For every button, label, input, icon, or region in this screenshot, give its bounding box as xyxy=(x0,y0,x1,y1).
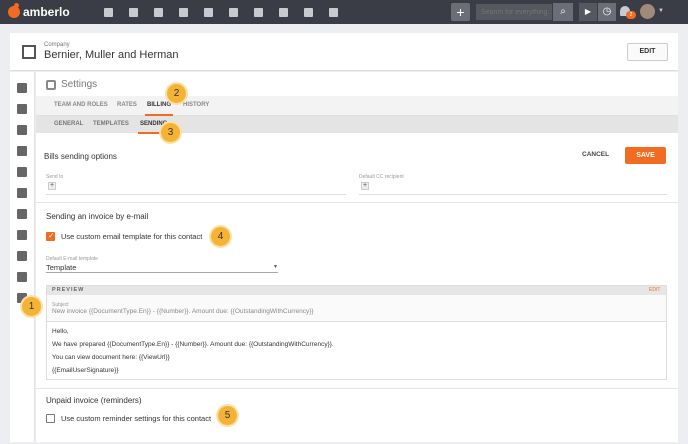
settings-tabs: TEAM AND ROLES RATES BILLING HISTORY xyxy=(36,96,678,116)
bank-icon[interactable] xyxy=(196,4,221,20)
custom-reminder-checkbox[interactable] xyxy=(46,414,55,423)
sidebar-item-folders[interactable] xyxy=(17,230,28,240)
send-to-label: Send to xyxy=(46,174,64,180)
search-input[interactable] xyxy=(476,4,552,20)
email-preview: PREVIEW EDIT Subject New invoice {{Docum… xyxy=(46,285,667,380)
step-badge: 4 xyxy=(211,227,230,246)
body-line: You can view document here: {{ViewUrl}} xyxy=(52,354,170,361)
time-icon[interactable] xyxy=(246,4,271,20)
chevron-down-icon[interactable]: ▼ xyxy=(658,8,664,14)
gear-icon xyxy=(46,79,56,90)
folder-icon[interactable] xyxy=(271,4,296,20)
custom-email-template-label[interactable]: Use custom email template for this conta… xyxy=(61,232,202,241)
cc-recipient-add-button[interactable]: + xyxy=(361,182,369,190)
timer-play-button[interactable]: ▶ xyxy=(579,3,597,21)
email-section-title: Sending an invoice by e-mail xyxy=(46,212,149,221)
cc-recipient-field[interactable] xyxy=(359,194,667,195)
calendar-icon[interactable] xyxy=(221,4,246,20)
invoices-icon[interactable] xyxy=(296,4,321,20)
preview-edit-link[interactable]: EDIT xyxy=(649,287,660,293)
document-icon xyxy=(17,251,27,261)
cancel-button[interactable]: CANCEL xyxy=(582,151,609,158)
settings-panel: Settings TEAM AND ROLES RATES BILLING HI… xyxy=(36,72,678,442)
settings-header: Settings xyxy=(46,79,97,90)
building-icon xyxy=(22,45,36,59)
send-to-field[interactable] xyxy=(46,194,346,195)
page-title: Bernier, Muller and Herman xyxy=(44,49,179,61)
company-label: Company xyxy=(44,42,70,48)
folder-icon xyxy=(17,230,27,240)
timer-icon[interactable]: ◷ xyxy=(598,3,616,21)
mail-icon xyxy=(17,272,27,282)
add-new-button[interactable]: + xyxy=(451,3,470,21)
sidebar-item-details[interactable] xyxy=(17,83,28,93)
chevron-down-icon[interactable]: ▼ xyxy=(273,264,278,270)
send-to-add-button[interactable]: + xyxy=(48,182,56,190)
dashboard-icon[interactable] xyxy=(96,4,121,20)
sidebar-item-transfers[interactable] xyxy=(17,188,28,198)
mail-icon[interactable] xyxy=(321,4,346,20)
time-icon xyxy=(17,146,27,156)
divider xyxy=(36,388,678,389)
cc-recipient-label: Default CC recipient xyxy=(359,174,404,180)
email-template-select[interactable]: Template xyxy=(46,263,278,273)
sidebar-item-mail[interactable] xyxy=(17,272,28,282)
step-badge: 5 xyxy=(218,406,237,425)
step-badge: 3 xyxy=(161,123,180,142)
calendar-icon xyxy=(17,125,27,135)
body-line: We have prepared {{DocumentType.En}} - {… xyxy=(52,341,334,348)
subject-value: New invoice {{DocumentType.En}} - {{Numb… xyxy=(52,308,314,315)
divider xyxy=(36,202,678,203)
brand-name: amberlo xyxy=(23,5,70,19)
sidebar-item-documents[interactable] xyxy=(17,251,28,261)
tab-history[interactable]: HISTORY xyxy=(183,102,209,108)
body-line: Hello, xyxy=(52,328,69,335)
notification-count-badge: 2 xyxy=(626,11,636,19)
top-bar: amberlo + ⌕ ▶ ◷ 2 ▼ xyxy=(0,0,688,24)
email-template-label: Default E-mail template xyxy=(46,256,98,262)
billing-subtabs: GENERAL TEMPLATES SENDING xyxy=(36,116,678,134)
contact-sidebar xyxy=(10,72,35,442)
preview-header xyxy=(47,286,666,295)
body-line: {{EmailUserSignature}} xyxy=(52,367,119,374)
sidebar-item-invoices[interactable] xyxy=(17,209,28,219)
email-body: Hello, We have prepared {{DocumentType.E… xyxy=(47,321,666,379)
sidebar-item-time[interactable] xyxy=(17,146,28,156)
save-button[interactable]: SAVE xyxy=(625,147,666,164)
top-nav xyxy=(96,4,346,20)
preview-title: PREVIEW xyxy=(52,287,85,293)
unpaid-section-title: Unpaid invoice (reminders) xyxy=(46,396,142,405)
bills-sending-title: Bills sending options xyxy=(44,152,117,161)
sidebar-item-calendar[interactable] xyxy=(17,125,28,135)
company-header: Company Bernier, Muller and Herman EDIT xyxy=(10,33,678,71)
custom-reminder-label[interactable]: Use custom reminder settings for this co… xyxy=(61,414,211,423)
contacts-icon[interactable] xyxy=(121,4,146,20)
tab-team-and-roles[interactable]: TEAM AND ROLES xyxy=(54,102,108,108)
step-badge: 2 xyxy=(167,84,186,103)
custom-email-template-checkbox[interactable] xyxy=(46,231,55,241)
app-logo[interactable]: amberlo xyxy=(8,3,70,20)
invoice-icon xyxy=(17,209,27,219)
arrows-icon xyxy=(17,188,27,198)
tasks-icon xyxy=(17,104,27,114)
step-badge: 1 xyxy=(22,297,41,316)
briefcase-icon xyxy=(17,167,27,177)
logo-icon xyxy=(8,3,20,18)
book-icon xyxy=(17,83,27,93)
subtab-general[interactable]: GENERAL xyxy=(54,121,83,127)
sidebar-item-matters[interactable] xyxy=(17,167,28,177)
edit-company-button[interactable]: EDIT xyxy=(627,43,668,61)
matters-icon[interactable] xyxy=(146,4,171,20)
tab-billing[interactable]: BILLING xyxy=(145,102,173,116)
documents-icon[interactable] xyxy=(171,4,196,20)
tab-rates[interactable]: RATES xyxy=(117,102,137,108)
search-button[interactable]: ⌕ xyxy=(553,3,573,21)
sidebar-item-tasks[interactable] xyxy=(17,104,28,114)
avatar[interactable] xyxy=(640,4,655,19)
settings-title: Settings xyxy=(61,79,98,90)
subtab-templates[interactable]: TEMPLATES xyxy=(93,121,129,127)
